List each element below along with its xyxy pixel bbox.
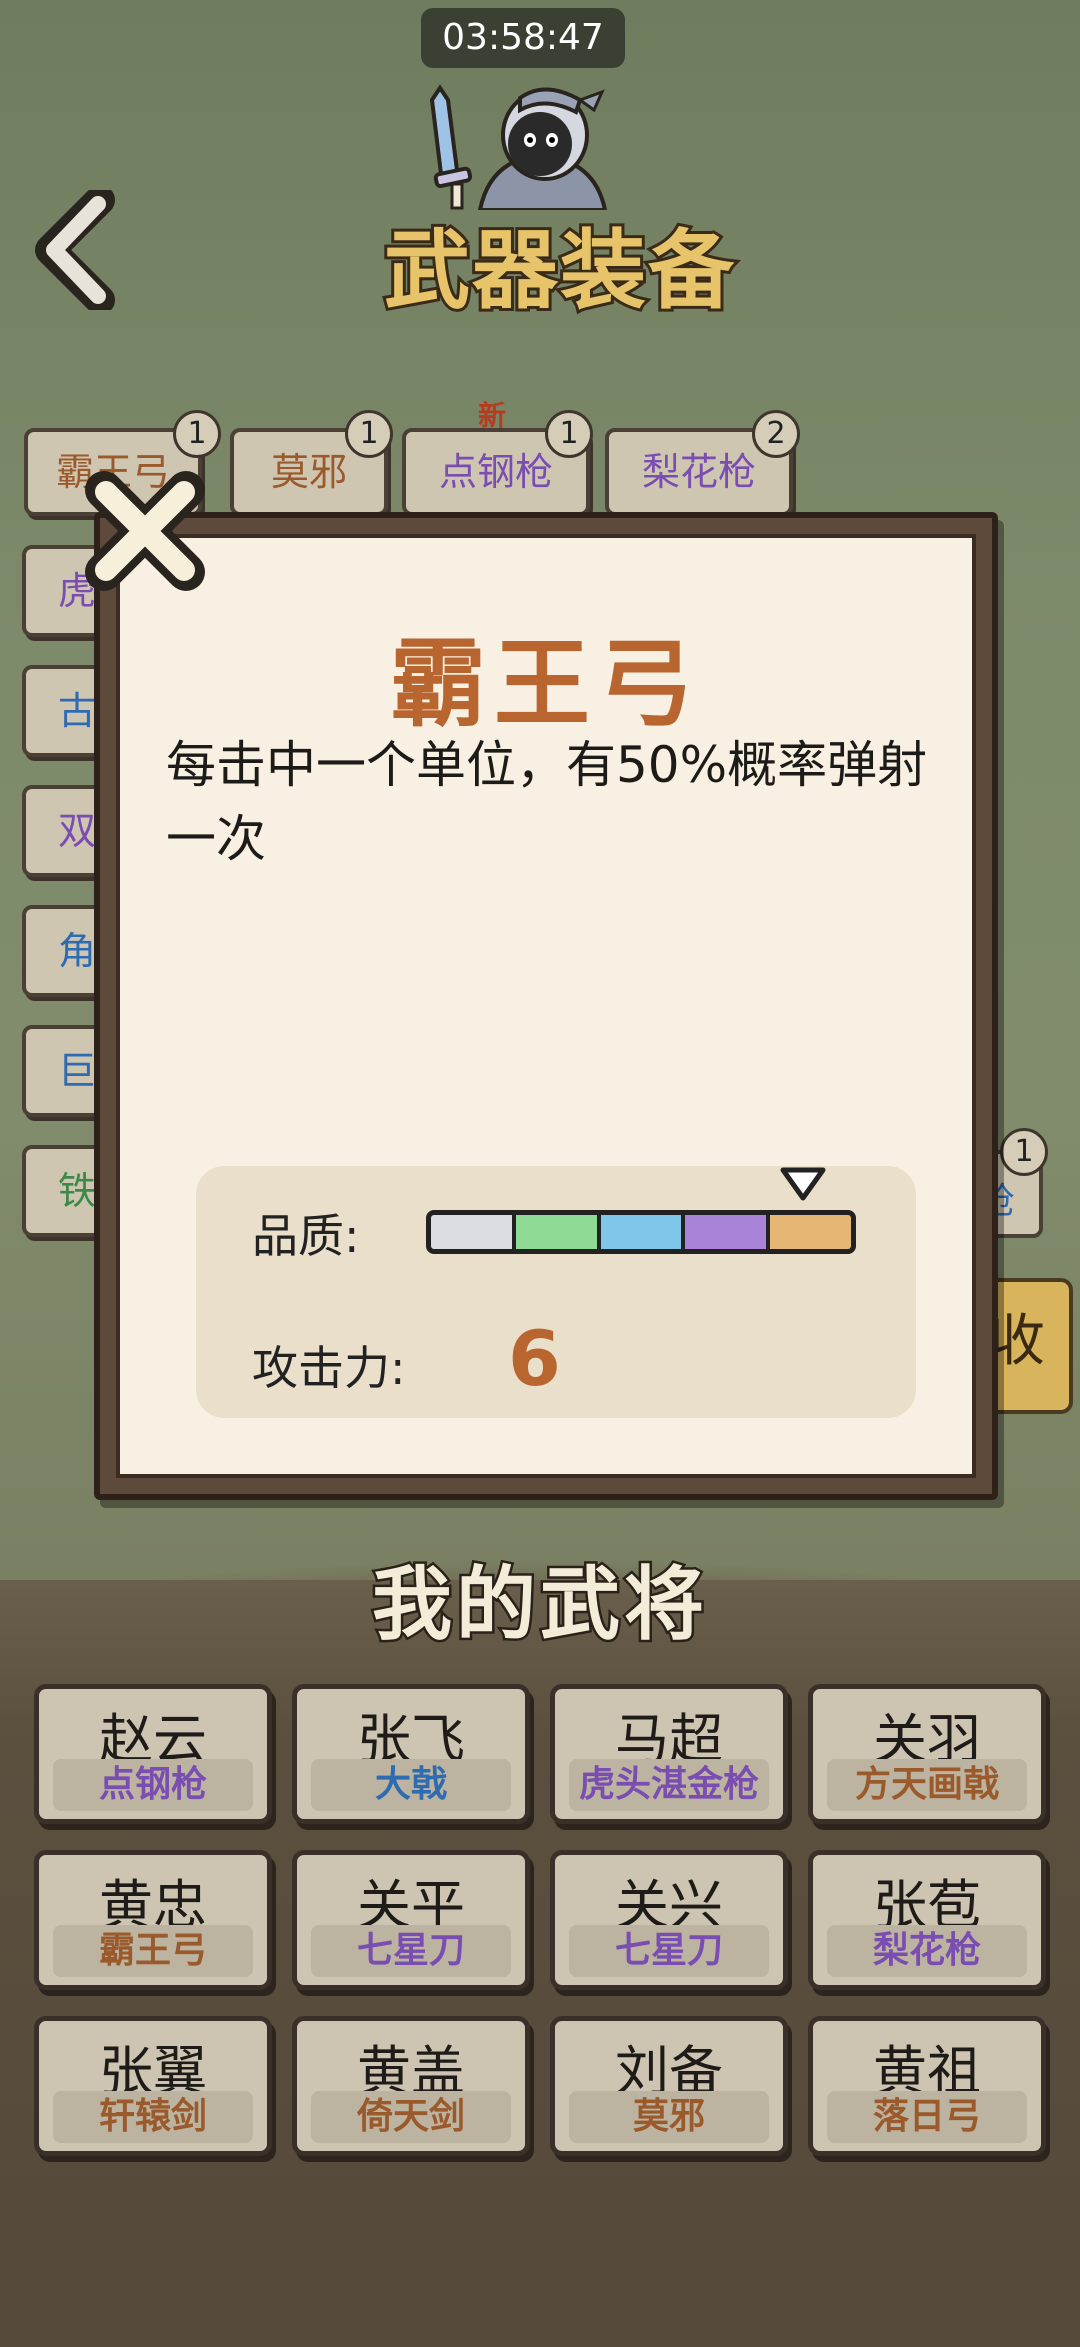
close-icon (85, 471, 205, 591)
hero-card[interactable]: 张飞 大戟 (292, 1684, 530, 1824)
attack-value: 6 (508, 1314, 561, 1403)
hero-card[interactable]: 张苞 梨花枪 (808, 1850, 1046, 1990)
heroes-section-title: 我的武将 (370, 1556, 708, 1654)
side-tab-label: 铁 (58, 1169, 97, 1213)
quality-segment-green (515, 1215, 597, 1249)
hero-weapon: 方天画戟 (827, 1759, 1027, 1811)
weapon-name: 霸王弓 (390, 628, 702, 740)
hero-weapon: 倚天剑 (311, 2091, 511, 2143)
count-badge: 1 (173, 410, 221, 458)
quality-bar (426, 1210, 856, 1254)
quality-segment-white (431, 1215, 512, 1249)
side-tab-label: 古 (58, 689, 97, 733)
hero-card[interactable]: 黄盖 倚天剑 (292, 2016, 530, 2156)
hero-weapon: 七星刀 (311, 1925, 511, 1977)
hero-card[interactable]: 赵云 点钢枪 (34, 1684, 272, 1824)
title-area: 武器装备 (380, 60, 740, 324)
clock-time: 03:58:47 (421, 8, 625, 68)
weapon-tab-label: 莫邪 (270, 450, 347, 494)
side-tab-label: 双 (58, 809, 97, 853)
modal-panel: 霸王弓 每击中一个单位，有50%概率弹射一次 品质: 攻击力: 6 (116, 534, 976, 1478)
quality-segment-blue (600, 1215, 682, 1249)
side-tab-label: 巨 (58, 1049, 97, 1093)
hero-card[interactable]: 张翼 轩辕剑 (34, 2016, 272, 2156)
count-badge: 2 (752, 410, 800, 458)
hero-weapon: 梨花枪 (827, 1925, 1027, 1977)
count-badge: 1 (345, 410, 393, 458)
hero-weapon: 落日弓 (827, 2091, 1027, 2143)
weapon-detail-modal: 霸王弓 每击中一个单位，有50%概率弹射一次 品质: 攻击力: 6 (94, 512, 998, 1500)
hero-card[interactable]: 刘备 莫邪 (550, 2016, 788, 2156)
hero-card[interactable]: 马超 虎头湛金枪 (550, 1684, 788, 1824)
close-button[interactable] (82, 468, 208, 594)
mascot-swordsman-icon (429, 84, 608, 210)
stats-box: 品质: 攻击力: 6 (196, 1166, 916, 1418)
side-tab-label: 角 (58, 929, 97, 973)
quality-pointer-icon (780, 1167, 826, 1201)
hero-card[interactable]: 关羽 方天画戟 (808, 1684, 1046, 1824)
hero-weapon: 大戟 (311, 1759, 511, 1811)
hero-card[interactable]: 黄祖 落日弓 (808, 2016, 1046, 2156)
hero-weapon: 七星刀 (569, 1925, 769, 1977)
hero-weapon: 莫邪 (569, 2091, 769, 2143)
attack-label: 攻击力: (252, 1341, 406, 1395)
page-title: 武器装备 (381, 218, 737, 324)
count-badge: 1 (545, 410, 593, 458)
weapon-tab-label: 梨花枪 (641, 450, 756, 494)
quality-label: 品质: (252, 1209, 360, 1263)
hero-weapon: 轩辕剑 (53, 2091, 253, 2143)
back-button[interactable] (30, 185, 130, 315)
new-tag: 新 (478, 399, 507, 432)
hero-weapon: 点钢枪 (53, 1759, 253, 1811)
hero-weapon: 虎头湛金枪 (569, 1759, 769, 1811)
weapon-tab-label: 点钢枪 (438, 450, 553, 494)
chevron-left-icon (35, 185, 115, 315)
weapon-description: 每击中一个单位，有50%概率弹射一次 (166, 736, 928, 868)
hero-weapon: 霸王弓 (53, 1925, 253, 1977)
hero-card[interactable]: 关平 七星刀 (292, 1850, 530, 1990)
hero-card[interactable]: 关兴 七星刀 (550, 1850, 788, 1990)
quality-segment-purple (685, 1215, 767, 1249)
count-badge: 1 (1000, 1128, 1048, 1176)
quality-segment-orange (770, 1215, 851, 1249)
hero-card[interactable]: 黄忠 霸王弓 (34, 1850, 272, 1990)
